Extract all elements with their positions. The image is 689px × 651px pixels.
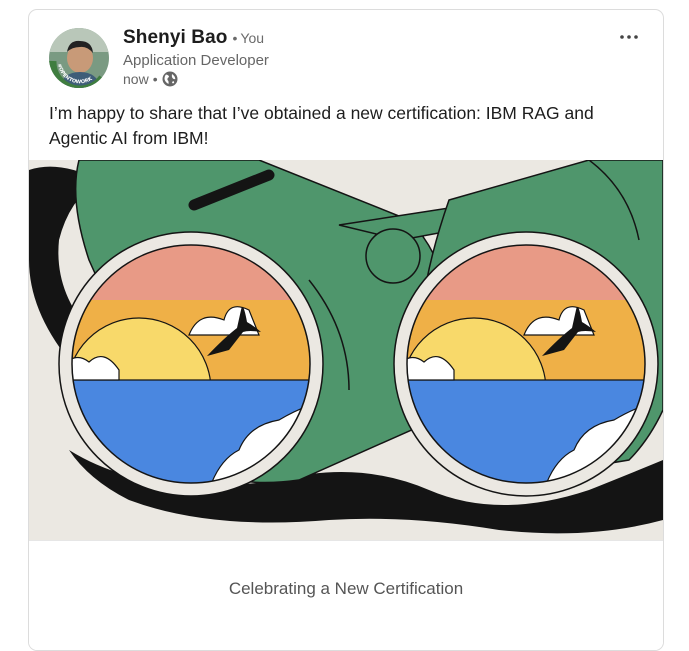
more-options-button[interactable] <box>615 28 643 46</box>
more-horizontal-icon <box>620 35 638 39</box>
author-name[interactable]: Shenyi Bao <box>123 27 227 49</box>
caption-area: Celebrating a New Certification <box>29 540 663 650</box>
post-meta: now • <box>123 71 178 87</box>
name-separator: • <box>232 30 238 46</box>
globe-icon[interactable] <box>162 71 178 87</box>
author-row: Shenyi Bao • You <box>123 27 264 49</box>
binoculars-illustration <box>29 160 663 540</box>
avatar[interactable]: #OPENTOWORK <box>49 28 109 88</box>
image-caption: Celebrating a New Certification <box>228 579 464 598</box>
post-text: I’m happy to share that I’ve obtained a … <box>49 103 594 148</box>
avatar-photo: #OPENTOWORK <box>49 28 109 88</box>
post-image[interactable] <box>29 160 663 540</box>
author-headline: Application Developer <box>123 52 269 69</box>
post-card: #OPENTOWORK Shenyi Bao • You Application… <box>28 9 664 651</box>
post-time: now <box>123 71 149 87</box>
connection-degree: You <box>240 30 265 46</box>
time-separator: • <box>152 71 158 87</box>
